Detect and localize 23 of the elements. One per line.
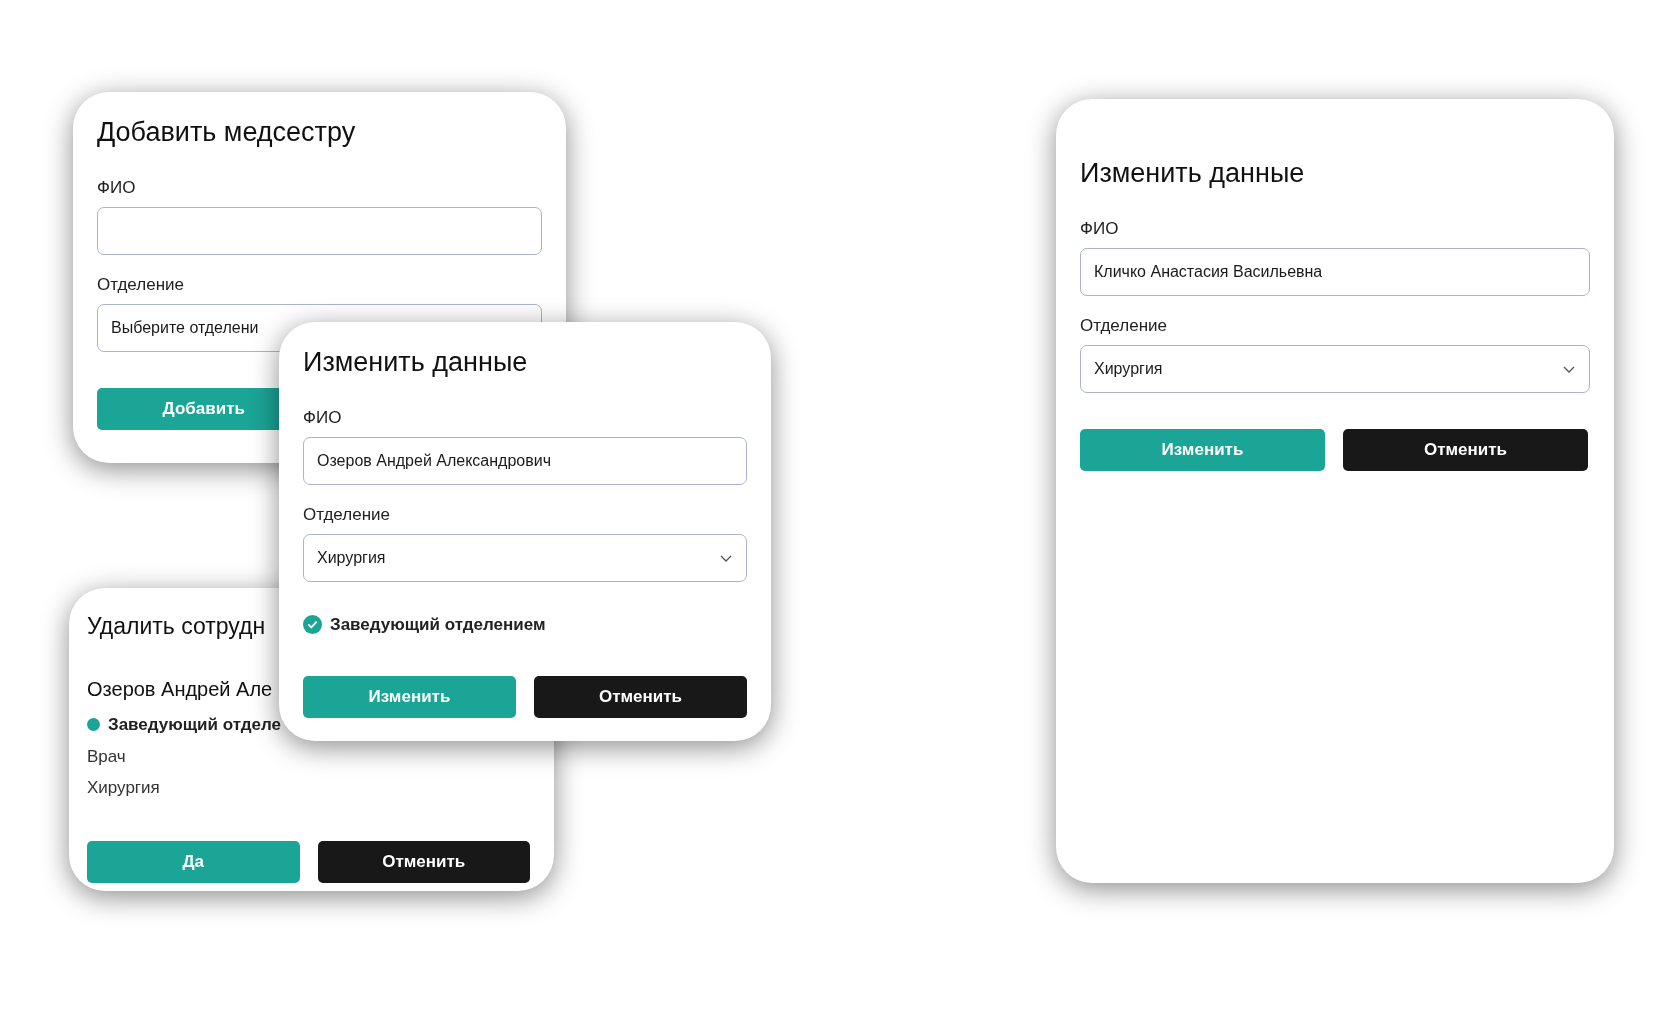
cancel-button[interactable]: Отменить [1343,429,1588,471]
checkbox-label: Заведующий отделением [330,614,546,636]
select-field[interactable]: Хирургия [1080,345,1590,393]
checkbox[interactable] [303,615,322,635]
field-label: Отделение [97,275,185,295]
text-field[interactable]: Кличко Анастасия Васильевна [1080,248,1590,296]
dialog-title: Добавить медсестру [97,116,356,149]
select-field[interactable]: Хирургия [303,534,747,582]
dialog-title: Удалить сотрудн [87,612,266,641]
status-text: Заведующий отделе [108,714,282,736]
field-label: Отделение [1080,316,1168,336]
field-label: Отделение [303,505,391,525]
check-icon [307,619,318,631]
text-field[interactable]: Озеров Андрей Александрович [303,437,747,485]
cancel-button[interactable]: Отменить [534,675,747,718]
field-label: ФИО [1080,219,1120,239]
employee-name: Озеров Андрей Але [87,677,273,702]
cancel-button[interactable]: Отменить [317,840,530,883]
employee-detail: Хирургия [87,777,160,799]
dialog-title: Изменить данные [303,346,528,379]
dialog-title: Изменить данные [1080,157,1305,190]
field-label: ФИО [97,178,137,198]
employee-detail: Врач [87,745,126,768]
